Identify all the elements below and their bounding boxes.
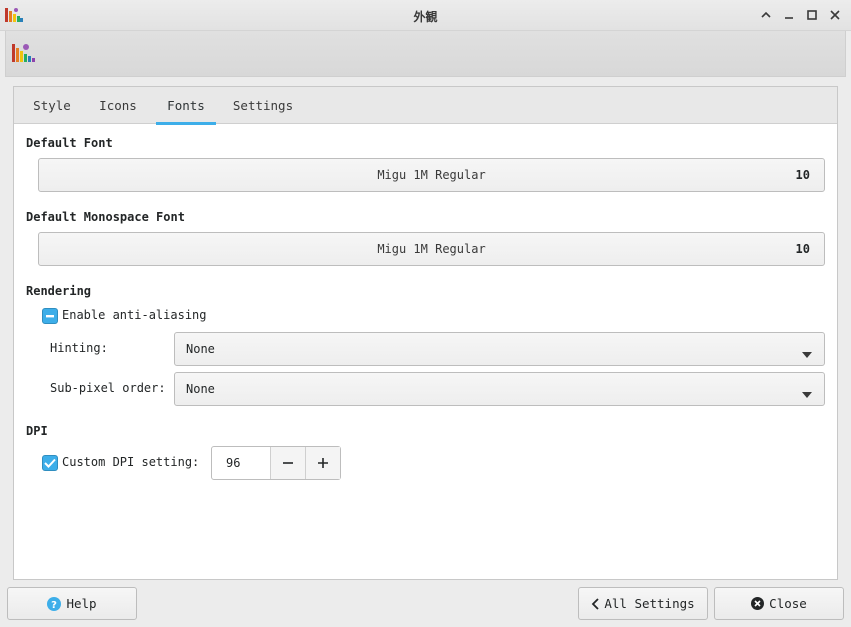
close-label: Close [769,596,807,611]
all-settings-label: All Settings [604,596,695,611]
default-font-label: Default Font [26,136,113,150]
default-font-size: 10 [795,168,810,182]
help-label: Help [66,596,97,611]
dpi-spinbox[interactable]: 96 [211,446,341,480]
appearance-panel: Style Icons Fonts Settings Default Font … [13,86,838,580]
subpixel-label: Sub-pixel order: [50,381,166,395]
antialias-checkbox[interactable] [42,308,58,324]
dpi-label: DPI [26,424,48,438]
subpixel-value: None [186,382,215,396]
hinting-label: Hinting: [50,341,108,355]
dpi-value[interactable]: 96 [226,456,240,470]
close-circle-icon [751,597,765,610]
svg-text:?: ? [52,600,58,611]
chevron-left-icon [592,597,599,610]
active-tab-indicator [156,122,216,125]
tab-style[interactable]: Style [26,87,78,124]
monospace-font-size: 10 [795,242,810,256]
window-title: 外観 [413,10,438,24]
help-button[interactable]: ? Help [7,587,137,620]
antialias-label[interactable]: Enable anti-aliasing [62,308,207,322]
dpi-increment-button[interactable] [305,447,340,479]
header-strip [5,31,846,77]
maximize-icon[interactable] [805,8,819,22]
hinting-combobox[interactable]: None [174,332,825,366]
partial-check-icon [46,315,54,318]
all-settings-button[interactable]: All Settings [578,587,708,620]
plus-icon [318,458,328,468]
subpixel-combobox[interactable]: None [174,372,825,406]
monospace-font-label: Default Monospace Font [26,210,185,224]
default-font-name: Migu 1M Regular [377,168,486,182]
custom-dpi-checkbox[interactable] [42,455,58,471]
monospace-font-name: Migu 1M Regular [377,242,486,256]
close-button[interactable]: Close [714,587,844,620]
tab-bar: Style Icons Fonts Settings [14,87,837,125]
default-font-button[interactable]: Migu 1M Regular 10 [38,158,825,192]
tab-icons[interactable]: Icons [92,87,144,124]
appearance-header-icon [11,41,37,70]
checkmark-icon [44,458,56,468]
minimize-icon[interactable] [782,8,796,22]
tab-fonts[interactable]: Fonts [156,87,216,125]
keep-above-icon[interactable] [759,8,773,22]
help-icon: ? [47,596,62,611]
tab-settings[interactable]: Settings [228,87,298,124]
close-window-icon[interactable] [828,8,842,22]
hinting-value: None [186,342,215,356]
custom-dpi-label[interactable]: Custom DPI setting: [62,455,199,469]
rendering-label: Rendering [26,284,92,298]
window-titlebar[interactable]: 外観 [0,0,851,31]
monospace-font-button[interactable]: Migu 1M Regular 10 [38,232,825,266]
dpi-decrement-button[interactable] [270,447,305,479]
chevron-down-icon [802,347,812,361]
minus-icon [283,462,293,464]
chevron-down-icon [802,387,812,401]
